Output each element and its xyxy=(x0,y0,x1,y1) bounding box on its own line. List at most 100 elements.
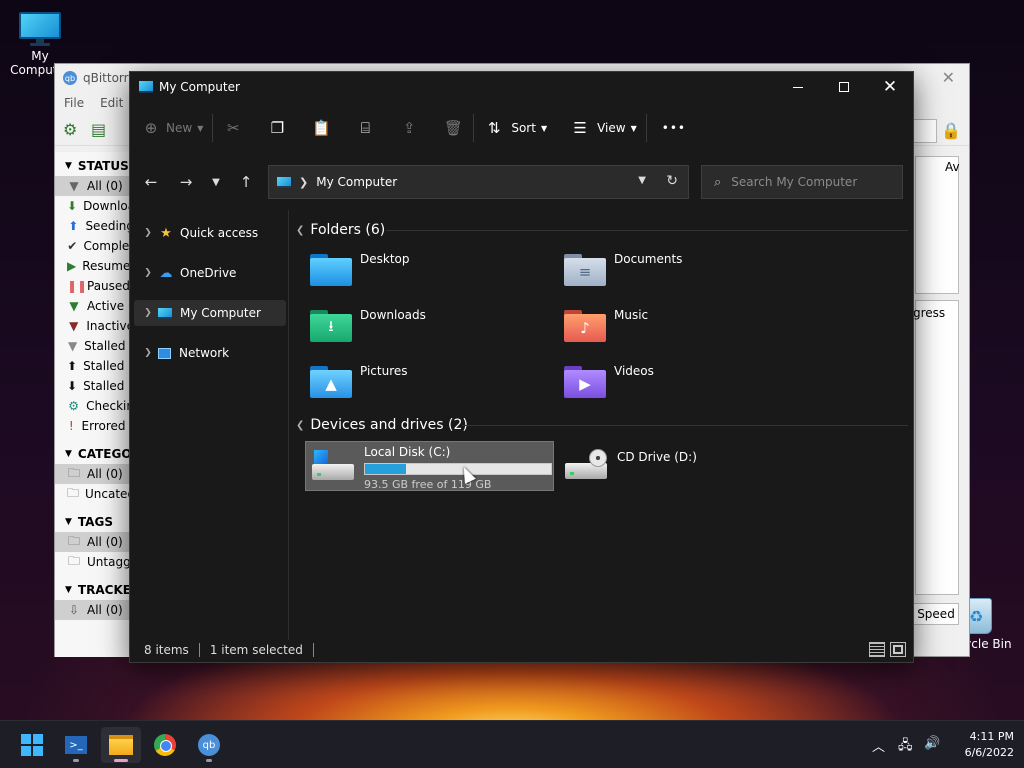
nav-label: Network xyxy=(179,346,230,360)
filter-label: Stalled ( xyxy=(84,339,134,353)
lock-icon[interactable]: 🔒 xyxy=(941,121,961,143)
tiles-view-button[interactable] xyxy=(890,642,906,657)
maximize-button[interactable] xyxy=(821,72,867,102)
file-explorer-icon xyxy=(109,735,133,755)
folder-pictures[interactable]: ▲ Pictures xyxy=(310,360,550,406)
file-explorer-window[interactable]: My Computer ✕ ⊕ New ▼ ✂ ❐ 📋 ⌸ ⇪ 🗑 ⇅ Sort… xyxy=(129,71,914,663)
filter-paused[interactable]: ❚❚ Paused xyxy=(55,276,134,296)
filter-stalled-downloading[interactable]: ⬇ Stalled D xyxy=(55,376,134,396)
qbittorrent-search-input[interactable] xyxy=(913,119,937,143)
group-header-folders[interactable]: ❮ Folders (6) xyxy=(296,220,385,240)
torrent-list-panel[interactable] xyxy=(915,156,959,294)
forward-button[interactable]: → xyxy=(174,170,198,194)
paste-button[interactable]: 📋 xyxy=(310,112,332,144)
filter-resumed[interactable]: ▶ Resumed xyxy=(55,256,134,276)
filter-all[interactable]: ▼ All (0) xyxy=(55,176,134,196)
close-button[interactable]: ✕ xyxy=(867,72,913,102)
filter-completed[interactable]: ✔ Complet xyxy=(55,236,134,256)
back-button[interactable]: ← xyxy=(139,170,163,194)
recent-locations-button[interactable]: ▼ xyxy=(204,170,228,194)
add-link-icon[interactable]: ⚙ xyxy=(63,120,81,139)
chevron-right-icon[interactable]: ❯ xyxy=(138,268,158,278)
menu-file[interactable]: File xyxy=(64,96,84,110)
category-all[interactable]: 🗀 All (0) xyxy=(55,464,134,484)
see-more-button[interactable]: ••• xyxy=(656,112,692,144)
search-box[interactable]: ⌕ xyxy=(701,165,903,199)
filter-inactive[interactable]: ▼ Inactive xyxy=(55,316,134,336)
folder-downloads[interactable]: ⭳ Downloads xyxy=(310,304,550,350)
taskbar-powershell[interactable]: >_ xyxy=(56,727,96,763)
chevron-right-icon[interactable]: ❯ xyxy=(138,308,158,318)
filter-checking[interactable]: ⚙ Checkin xyxy=(55,396,134,416)
view-button[interactable]: ☰ View ▼ xyxy=(569,112,636,144)
address-bar[interactable]: ❯ My Computer ▼ ↻ xyxy=(268,165,689,199)
nav-item-onedrive[interactable]: ❯ ☁ OneDrive xyxy=(134,260,286,286)
search-input[interactable] xyxy=(731,175,882,189)
nav-item-network[interactable]: ❯ Network xyxy=(134,340,286,366)
clock[interactable]: 4:11 PM 6/6/2022 xyxy=(950,729,1014,761)
share-button[interactable]: ⇪ xyxy=(398,112,420,144)
taskbar-chrome[interactable] xyxy=(145,727,185,763)
tag-all[interactable]: 🗀 All (0) xyxy=(55,532,134,552)
folder-desktop[interactable]: Desktop xyxy=(310,248,550,294)
copy-button[interactable]: ❐ xyxy=(266,112,288,144)
nav-item-my-computer[interactable]: ❯ My Computer xyxy=(134,300,286,326)
address-history-dropdown-icon[interactable]: ▼ xyxy=(638,175,646,186)
details-view-button[interactable] xyxy=(869,642,885,657)
cut-button[interactable]: ✂ xyxy=(222,112,244,144)
filter-stalled[interactable]: ▼ Stalled ( xyxy=(55,336,134,356)
rename-button[interactable]: ⌸ xyxy=(354,112,376,144)
group-header-devices[interactable]: ❮ Devices and drives (2) xyxy=(296,415,468,435)
drive-cd-d[interactable]: CD Drive (D:) xyxy=(559,441,808,491)
up-button[interactable]: ↑ xyxy=(234,170,258,194)
filter-label: Downloa xyxy=(83,199,135,213)
sort-button[interactable]: ⇅ Sort ▼ xyxy=(483,112,547,144)
category-uncategorized[interactable]: 🗀 Uncateg xyxy=(55,484,134,504)
speed-tab-button[interactable]: Speed xyxy=(913,603,959,625)
section-tags[interactable]: ▼ TAGS xyxy=(55,512,134,532)
filter-label: All (0) xyxy=(87,535,123,549)
refresh-icon[interactable]: ↻ xyxy=(666,173,678,189)
filter-icon: ▼ xyxy=(69,299,79,313)
close-icon[interactable]: ✕ xyxy=(942,68,955,87)
chevron-right-icon[interactable]: ❯ xyxy=(138,348,158,358)
filter-stalled-uploading[interactable]: ⬆ Stalled U xyxy=(55,356,134,376)
content-pane[interactable]: ❮ Folders (6) Desktop ≡ Documents ⭳ Down… xyxy=(290,210,913,640)
filter-errored[interactable]: ! Errored ( xyxy=(55,416,134,436)
new-button[interactable]: ⊕ New ▼ xyxy=(140,112,204,144)
taskbar-file-explorer[interactable] xyxy=(101,727,141,763)
documents-folder-icon: ≡ xyxy=(564,254,606,288)
filter-seeding[interactable]: ⬆ Seeding xyxy=(55,216,134,236)
folder-music[interactable]: ♪ Music xyxy=(564,304,804,350)
column-header-availability[interactable]: Av xyxy=(945,160,960,174)
address-location[interactable]: My Computer xyxy=(316,175,397,189)
menu-edit[interactable]: Edit xyxy=(100,96,123,110)
folder-videos[interactable]: ▶ Videos xyxy=(564,360,804,406)
show-hidden-icons-chevron-up-icon[interactable]: ︿ xyxy=(872,736,885,755)
start-button[interactable] xyxy=(12,727,52,763)
tracker-all[interactable]: ⇩ All (0) xyxy=(55,600,134,620)
taskbar-qbittorrent[interactable]: qb xyxy=(189,727,229,763)
play-icon: ▶ xyxy=(67,259,77,273)
minimize-button[interactable] xyxy=(775,72,821,102)
view-list-icon: ☰ xyxy=(573,119,587,137)
folder-documents[interactable]: ≡ Documents xyxy=(564,248,804,294)
section-trackers[interactable]: ▼ TRACKER xyxy=(55,580,134,600)
tag-untagged[interactable]: 🗀 Untagg xyxy=(55,552,134,572)
drive-local-disk-c[interactable]: Local Disk (C:) 93.5 GB free of 119 GB xyxy=(305,441,554,491)
nav-item-quick-access[interactable]: ❯ ★ Quick access xyxy=(134,220,286,246)
add-torrent-icon[interactable]: ▤ xyxy=(91,120,109,139)
section-status[interactable]: ▼ STATUS xyxy=(55,156,134,176)
hard-drive-icon xyxy=(312,450,356,484)
volume-icon[interactable]: 🔊 xyxy=(924,736,940,751)
checkmark-icon: ✔ xyxy=(67,239,78,253)
filter-active[interactable]: ▼ Active ( xyxy=(55,296,134,316)
chevron-down-icon: ❮ xyxy=(296,224,305,236)
folder-icon: 🗀 xyxy=(67,465,80,480)
filter-downloading[interactable]: ⬇ Downloa xyxy=(55,196,134,216)
network-icon[interactable]: 🖧 xyxy=(898,736,913,758)
delete-button[interactable]: 🗑 xyxy=(442,112,464,144)
section-categories[interactable]: ▼ CATEGOR xyxy=(55,444,134,464)
properties-panel[interactable] xyxy=(915,300,959,595)
chevron-right-icon[interactable]: ❯ xyxy=(138,228,158,238)
